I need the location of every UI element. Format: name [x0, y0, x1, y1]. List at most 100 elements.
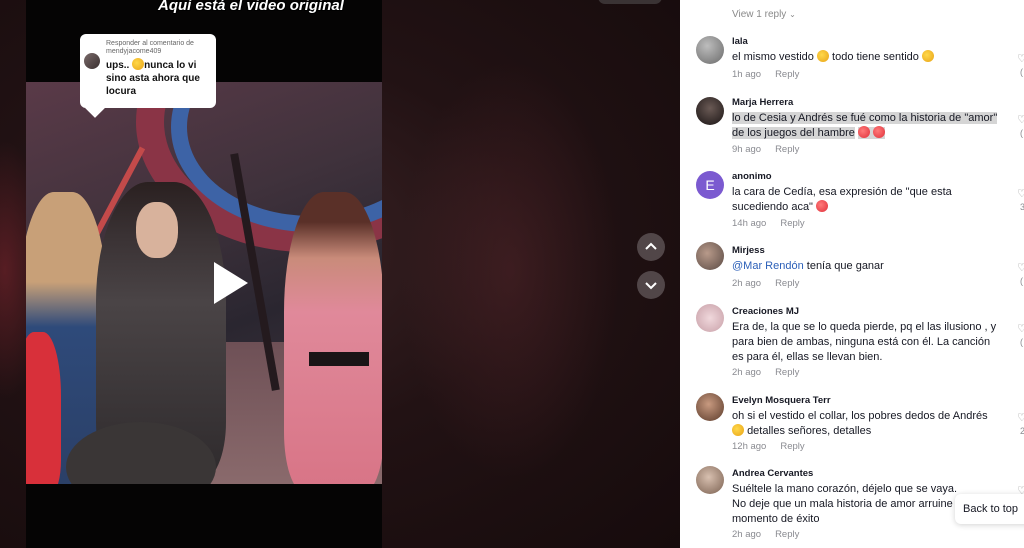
comment-time: 9h ago — [732, 144, 762, 155]
avatar[interactable] — [696, 466, 724, 494]
comment-username[interactable]: Andrea Cervantes — [732, 468, 813, 479]
reply-button[interactable]: Reply — [780, 218, 804, 229]
emoji-icon — [732, 424, 744, 436]
comment-meta: 2h ago Reply — [732, 278, 799, 289]
comment-text-part: tenía que ganar — [806, 260, 884, 272]
avatar[interactable] — [696, 304, 724, 332]
mention-link[interactable]: @Mar Rendón — [732, 260, 804, 272]
comment-meta: 2h ago Reply — [732, 529, 799, 540]
like-count: 2 — [1020, 426, 1024, 436]
person-pink-dress — [284, 192, 382, 484]
like-count: ( — [1020, 337, 1023, 347]
comment-text-part: el mismo vestido — [732, 51, 814, 63]
top-right-pill[interactable] — [598, 0, 662, 4]
emoji-icon — [816, 50, 829, 62]
comment-meta: 12h ago Reply — [732, 441, 805, 452]
play-icon[interactable] — [214, 262, 248, 304]
reply-text-start: ups.. — [106, 60, 133, 71]
comment-text-part: detalles señores, detalles — [747, 425, 872, 437]
comment-meta: 1h ago Reply — [732, 69, 799, 80]
comment-meta: 9h ago Reply — [732, 144, 799, 155]
heart-icon[interactable]: ♡ — [1017, 52, 1024, 65]
comment-time: 2h ago — [732, 278, 762, 289]
comment-text: oh si el vestido el collar, los pobres d… — [732, 409, 1004, 439]
view-replies-label: View 1 reply — [732, 9, 787, 20]
chevron-down-icon — [645, 282, 657, 290]
comment-text: Suéltele la mano corazón, déjelo que se … — [732, 483, 968, 525]
comment-meta: 14h ago Reply — [732, 218, 805, 229]
reply-button[interactable]: Reply — [775, 529, 799, 540]
reply-button[interactable]: Reply — [775, 367, 799, 378]
reply-button[interactable]: Reply — [780, 441, 804, 452]
comment-text: @Mar Rendón tenía que ganar — [732, 259, 1004, 274]
comment-time: 2h ago — [732, 367, 762, 378]
avatar[interactable] — [696, 97, 724, 125]
avatar[interactable] — [696, 36, 724, 64]
comment-time: 12h ago — [732, 441, 767, 452]
comment-username[interactable]: Evelyn Mosquera Terr — [732, 395, 831, 406]
like-count: ( — [1020, 276, 1023, 286]
reply-header-line1: Responder al comentario de — [106, 40, 194, 47]
reply-header-user: mendyjacome409 — [106, 48, 162, 55]
reply-text-line2: sino asta ahora que locura — [106, 72, 210, 98]
avatar[interactable] — [696, 393, 724, 421]
comment-time: 14h ago — [732, 218, 767, 229]
avatar[interactable]: E — [696, 171, 724, 199]
reply-button[interactable]: Reply — [775, 69, 799, 80]
heart-icon[interactable]: ♡ — [1017, 187, 1024, 200]
previous-video-button[interactable] — [637, 233, 665, 261]
background-blur-right — [400, 60, 620, 480]
reply-comment-bubble: Responder al comentario de mendyjacome40… — [80, 34, 216, 118]
comment-text-line: detalles señores, detalles — [732, 424, 1004, 439]
chevron-down-icon: ⌄ — [789, 10, 796, 19]
reply-button[interactable]: Reply — [775, 278, 799, 289]
reply-text-line3-text: locura — [106, 86, 137, 97]
comment-time: 2h ago — [732, 529, 762, 540]
like-count: ( — [1020, 67, 1023, 77]
comment-username[interactable]: Creaciones MJ — [732, 306, 799, 317]
comment-username[interactable]: Marja Herrera — [732, 97, 793, 108]
person-red-dress — [26, 332, 61, 484]
comment-text-line: oh si el vestido el collar, los pobres d… — [732, 410, 988, 422]
heart-eyes-emoji-icon — [873, 126, 886, 138]
comment-username[interactable]: lala — [732, 36, 748, 47]
reply-header: Responder al comentario de mendyjacome40… — [106, 40, 210, 56]
flushed-face-emoji-icon — [132, 58, 145, 70]
heart-eyes-emoji-icon — [857, 126, 870, 138]
winking-tongue-emoji-icon — [816, 200, 829, 212]
video-area: Aquí está el video original Responder al… — [0, 0, 680, 548]
back-to-top-button[interactable]: Back to top — [955, 494, 1024, 524]
heart-icon[interactable]: ♡ — [1017, 261, 1024, 274]
comments-panel: View 1 reply ⌄ lala el mismo vestido tod… — [680, 0, 1024, 548]
video-player[interactable]: Aquí está el video original Responder al… — [26, 0, 382, 548]
chevron-up-icon — [645, 242, 657, 250]
next-video-button[interactable] — [637, 271, 665, 299]
pink-dress-belt — [309, 352, 369, 366]
person-man-face — [136, 202, 178, 258]
video-overlay-title: Aquí está el video original — [158, 0, 344, 14]
heart-icon[interactable]: ♡ — [1017, 411, 1024, 424]
heart-icon[interactable]: ♡ — [1017, 113, 1024, 126]
comment-text: lo de Cesia y Andrés se fué como la hist… — [732, 111, 1004, 141]
like-count: ( — [1020, 128, 1023, 138]
comment-text-part: la cara de Cedía, esa expresión de "que … — [732, 186, 952, 213]
emoji-icon — [921, 50, 934, 62]
comment-username[interactable]: Mirjess — [732, 245, 765, 256]
emoji-group — [857, 126, 886, 139]
reply-avatar — [84, 53, 100, 69]
comment-text: el mismo vestido todo tiene sentido — [732, 50, 1004, 65]
comment-text-part: todo tiene sentido — [832, 51, 919, 63]
view-replies-button[interactable]: View 1 reply ⌄ — [732, 9, 796, 20]
like-count: 3 — [1020, 202, 1024, 212]
heart-icon[interactable]: ♡ — [1017, 322, 1024, 335]
comment-time: 1h ago — [732, 69, 762, 80]
avatar[interactable] — [696, 242, 724, 270]
comment-username[interactable]: anonimo — [732, 171, 772, 182]
reply-button[interactable]: Reply — [775, 144, 799, 155]
comment-meta: 2h ago Reply — [732, 367, 799, 378]
reply-text-line1: ups.. nunca lo vi — [106, 58, 210, 72]
comment-text: la cara de Cedía, esa expresión de "que … — [732, 185, 1004, 215]
reply-text-line2-text: sino asta ahora que — [106, 73, 200, 84]
video-scene — [26, 82, 382, 484]
reply-text-rest: nunca lo vi — [144, 60, 197, 71]
